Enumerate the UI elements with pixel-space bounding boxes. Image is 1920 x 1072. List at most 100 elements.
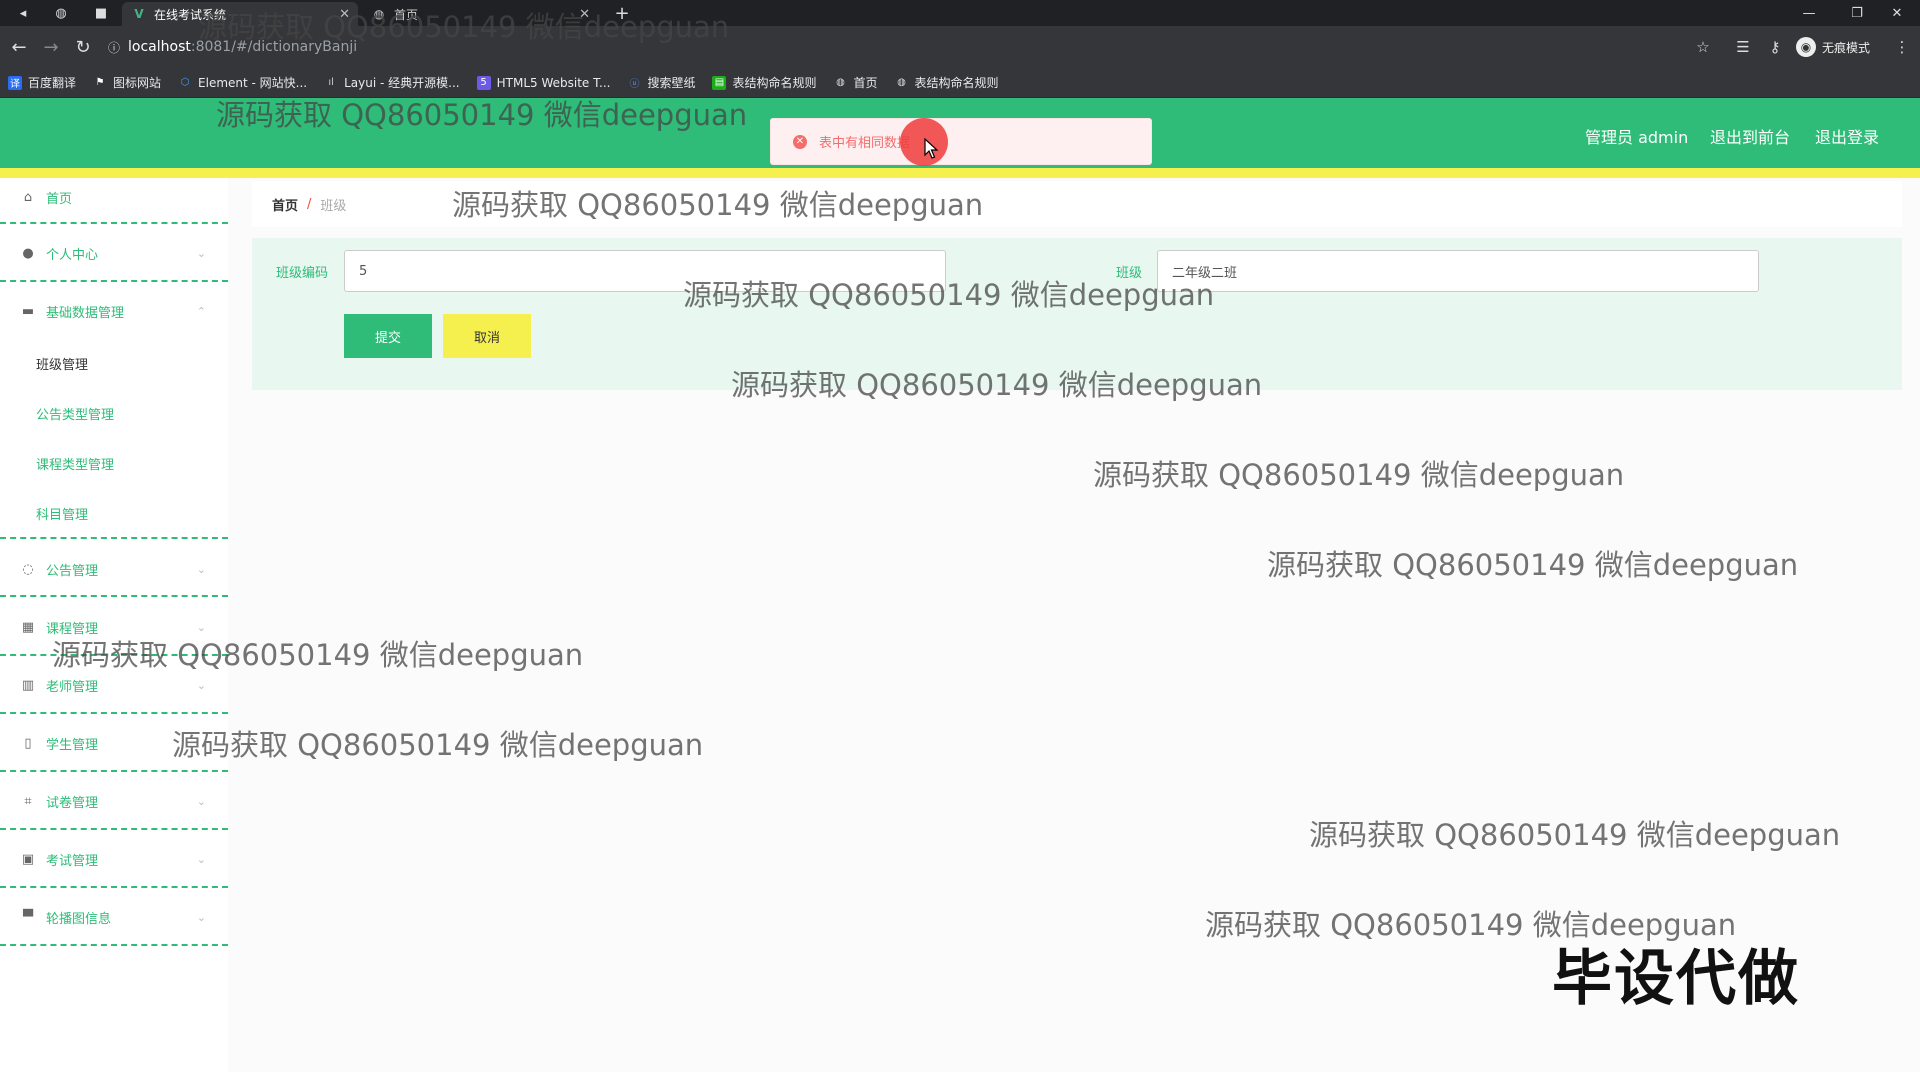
class-code-label: 班级编码 <box>276 266 329 281</box>
vue-logo-icon: V <box>134 7 144 21</box>
globe-icon: ◍ <box>897 77 906 88</box>
sidebar-item-teacher[interactable]: ▥ 老师管理 ⌄ <box>0 672 228 698</box>
chevron-down-icon: ⌄ <box>196 620 206 634</box>
incognito-label: 无痕模式 <box>1822 40 1871 55</box>
globe-icon: ◍ <box>373 7 385 21</box>
checklist-icon: ▣ <box>21 851 35 867</box>
back-icon[interactable]: ← <box>4 26 34 68</box>
close-tab-icon[interactable]: ✕ <box>579 7 590 22</box>
menu-divider <box>0 537 228 539</box>
menu-divider <box>0 222 228 224</box>
error-message-text: 表中有相同数据 <box>819 136 911 151</box>
chevron-down-icon: ⌄ <box>196 246 206 260</box>
key-icon[interactable]: ⚷ <box>1762 26 1788 68</box>
admin-label: 管理员 admin <box>1585 128 1689 147</box>
html5-icon: 5 <box>476 75 491 90</box>
globe-icon[interactable]: ◍ <box>46 0 76 26</box>
window-icon[interactable]: ■ <box>88 0 114 26</box>
chevron-down-icon: ⌄ <box>196 678 206 692</box>
breadcrumb-home[interactable]: 首页 <box>272 195 298 214</box>
briefcase-icon: ▬ <box>21 303 35 319</box>
sidebar-item-student[interactable]: ▯ 学生管理 <box>0 730 228 756</box>
tab-title: 在线考试系统 <box>154 7 227 22</box>
bookmark-item[interactable]: ıl Layui - 经典开源模... <box>324 74 459 91</box>
mic-icon: ▯ <box>24 735 32 751</box>
sidebar-subitem-course-type[interactable]: 课程类型管理 <box>36 454 114 473</box>
class-code-input[interactable] <box>344 250 946 292</box>
menu-divider <box>0 712 228 714</box>
layui-logo-icon: ıl <box>328 77 334 88</box>
sidebar-item-personal[interactable]: ● 个人中心 ⌄ <box>0 240 228 266</box>
bookmark-item[interactable]: ⚑ 图标网站 <box>93 74 162 91</box>
chevron-down-icon: ⌄ <box>196 852 206 866</box>
close-tab-icon[interactable]: ✕ <box>339 7 350 22</box>
watermark-text: 源码获取 QQ86050149 微信deepguan <box>1309 818 1841 852</box>
menu-divider <box>0 944 228 946</box>
more-menu-icon[interactable]: ⋮ <box>1892 26 1912 68</box>
url-field[interactable]: ⓘ localhost:8081/#/dictionaryBanji <box>108 33 1648 61</box>
bookmark-item[interactable]: ⓤ 搜索壁纸 <box>627 74 695 91</box>
logout-link[interactable]: 退出登录 <box>1815 124 1879 148</box>
bookmark-item[interactable]: 5 HTML5 Website T... <box>476 75 610 90</box>
crop-icon: ⌗ <box>24 793 32 809</box>
header-stripe <box>0 168 1920 178</box>
cancel-button[interactable]: 取消 <box>443 314 531 358</box>
address-bar-row: ← → ↻ ⓘ localhost:8081/#/dictionaryBanji… <box>0 26 1920 68</box>
bookmark-item[interactable]: ⬡ Element - 网站快... <box>178 74 307 91</box>
user-icon: ● <box>22 245 34 261</box>
chevron-up-icon: ⌃ <box>196 304 206 318</box>
tab-title: 首页 <box>394 7 419 22</box>
monitor-icon: ▀ <box>23 909 33 925</box>
browser-tab-bar: ◂ ◍ ■ V 在线考试系统 ✕ ◍ 首页 ✕ + — ❐ ✕ <box>0 0 1920 26</box>
sidebar-item-paper[interactable]: ⌗ 试卷管理 ⌄ <box>0 788 228 814</box>
menu-divider <box>0 595 228 597</box>
reload-icon[interactable]: ↻ <box>68 26 98 68</box>
cursor-arrow-icon <box>924 138 939 159</box>
bar-chart-icon: ▥ <box>21 677 35 693</box>
audio-icon[interactable]: ◂ <box>8 0 38 26</box>
menu-divider <box>0 770 228 772</box>
sidebar-item-carousel[interactable]: ▀ 轮播图信息 ⌄ <box>0 904 228 930</box>
forward-icon[interactable]: → <box>36 26 66 68</box>
info-icon: ⓘ <box>108 40 121 55</box>
submit-button[interactable]: 提交 <box>344 314 432 358</box>
sidebar-item-home[interactable]: ⌂ 首页 <box>0 184 228 210</box>
globe-icon: ◍ <box>836 77 845 88</box>
bookmark-item[interactable]: 译百度翻译 <box>8 74 76 91</box>
class-name-input[interactable] <box>1157 250 1759 292</box>
minimize-icon[interactable]: — <box>1786 0 1832 26</box>
menu-divider <box>0 654 228 656</box>
chevron-down-icon: ⌄ <box>196 794 206 808</box>
sidebar-item-course[interactable]: ▦ 课程管理 ⌄ <box>0 614 228 640</box>
to-front-link[interactable]: 退出到前台 <box>1710 124 1790 148</box>
close-window-icon[interactable]: ✕ <box>1874 0 1920 26</box>
bookmark-item[interactable]: ◍ 表结构命名规则 <box>895 74 998 91</box>
sidebar-item-exam[interactable]: ▣ 考试管理 ⌄ <box>0 846 228 872</box>
reading-list-icon[interactable]: ☰ <box>1730 26 1756 68</box>
tab-exam-system[interactable]: V 在线考试系统 ✕ <box>122 2 358 26</box>
bookmark-item[interactable]: ◍ 首页 <box>833 74 877 91</box>
url-path: :8081/#/dictionaryBanji <box>190 39 358 55</box>
new-tab-icon[interactable]: + <box>608 0 636 26</box>
incognito-icon: ◉ <box>1796 37 1816 57</box>
watermark-text: 源码获取 QQ86050149 微信deepguan <box>1267 548 1799 582</box>
watermark-big-text: 毕设代做 <box>1552 944 1800 1014</box>
error-circle-icon: ✕ <box>793 134 807 149</box>
tab-home[interactable]: ◍ 首页 ✕ <box>362 2 598 26</box>
sidebar-subitem-notice-type[interactable]: 公告类型管理 <box>36 404 114 423</box>
watermark-text: 源码获取 QQ86050149 微信deepguan <box>1093 458 1625 492</box>
incognito-badge[interactable]: ◉ 无痕模式 <box>1796 36 1870 58</box>
error-message-toast: ✕ 表中有相同数据 <box>770 118 1152 165</box>
bookmark-star-icon[interactable]: ☆ <box>1690 26 1716 68</box>
sidebar-item-notice[interactable]: ◌ 公告管理 ⌄ <box>0 556 228 582</box>
wallpaper-icon: ⓤ <box>629 79 640 90</box>
sidebar-subitem-subject[interactable]: 科目管理 <box>36 504 88 523</box>
breadcrumb: 首页 / 班级 <box>252 181 1902 227</box>
class-name-label: 班级 <box>1116 266 1143 281</box>
bookmark-item[interactable]: ▤ 表结构命名规则 <box>712 74 816 91</box>
sidebar-item-basic-data[interactable]: ▬ 基础数据管理 ⌃ <box>0 298 228 324</box>
sidebar-subitem-class[interactable]: 班级管理 <box>36 354 88 373</box>
menu-divider <box>0 828 228 830</box>
bookmark-icon: 译 <box>8 75 22 90</box>
power-icon: ◌ <box>22 561 34 577</box>
